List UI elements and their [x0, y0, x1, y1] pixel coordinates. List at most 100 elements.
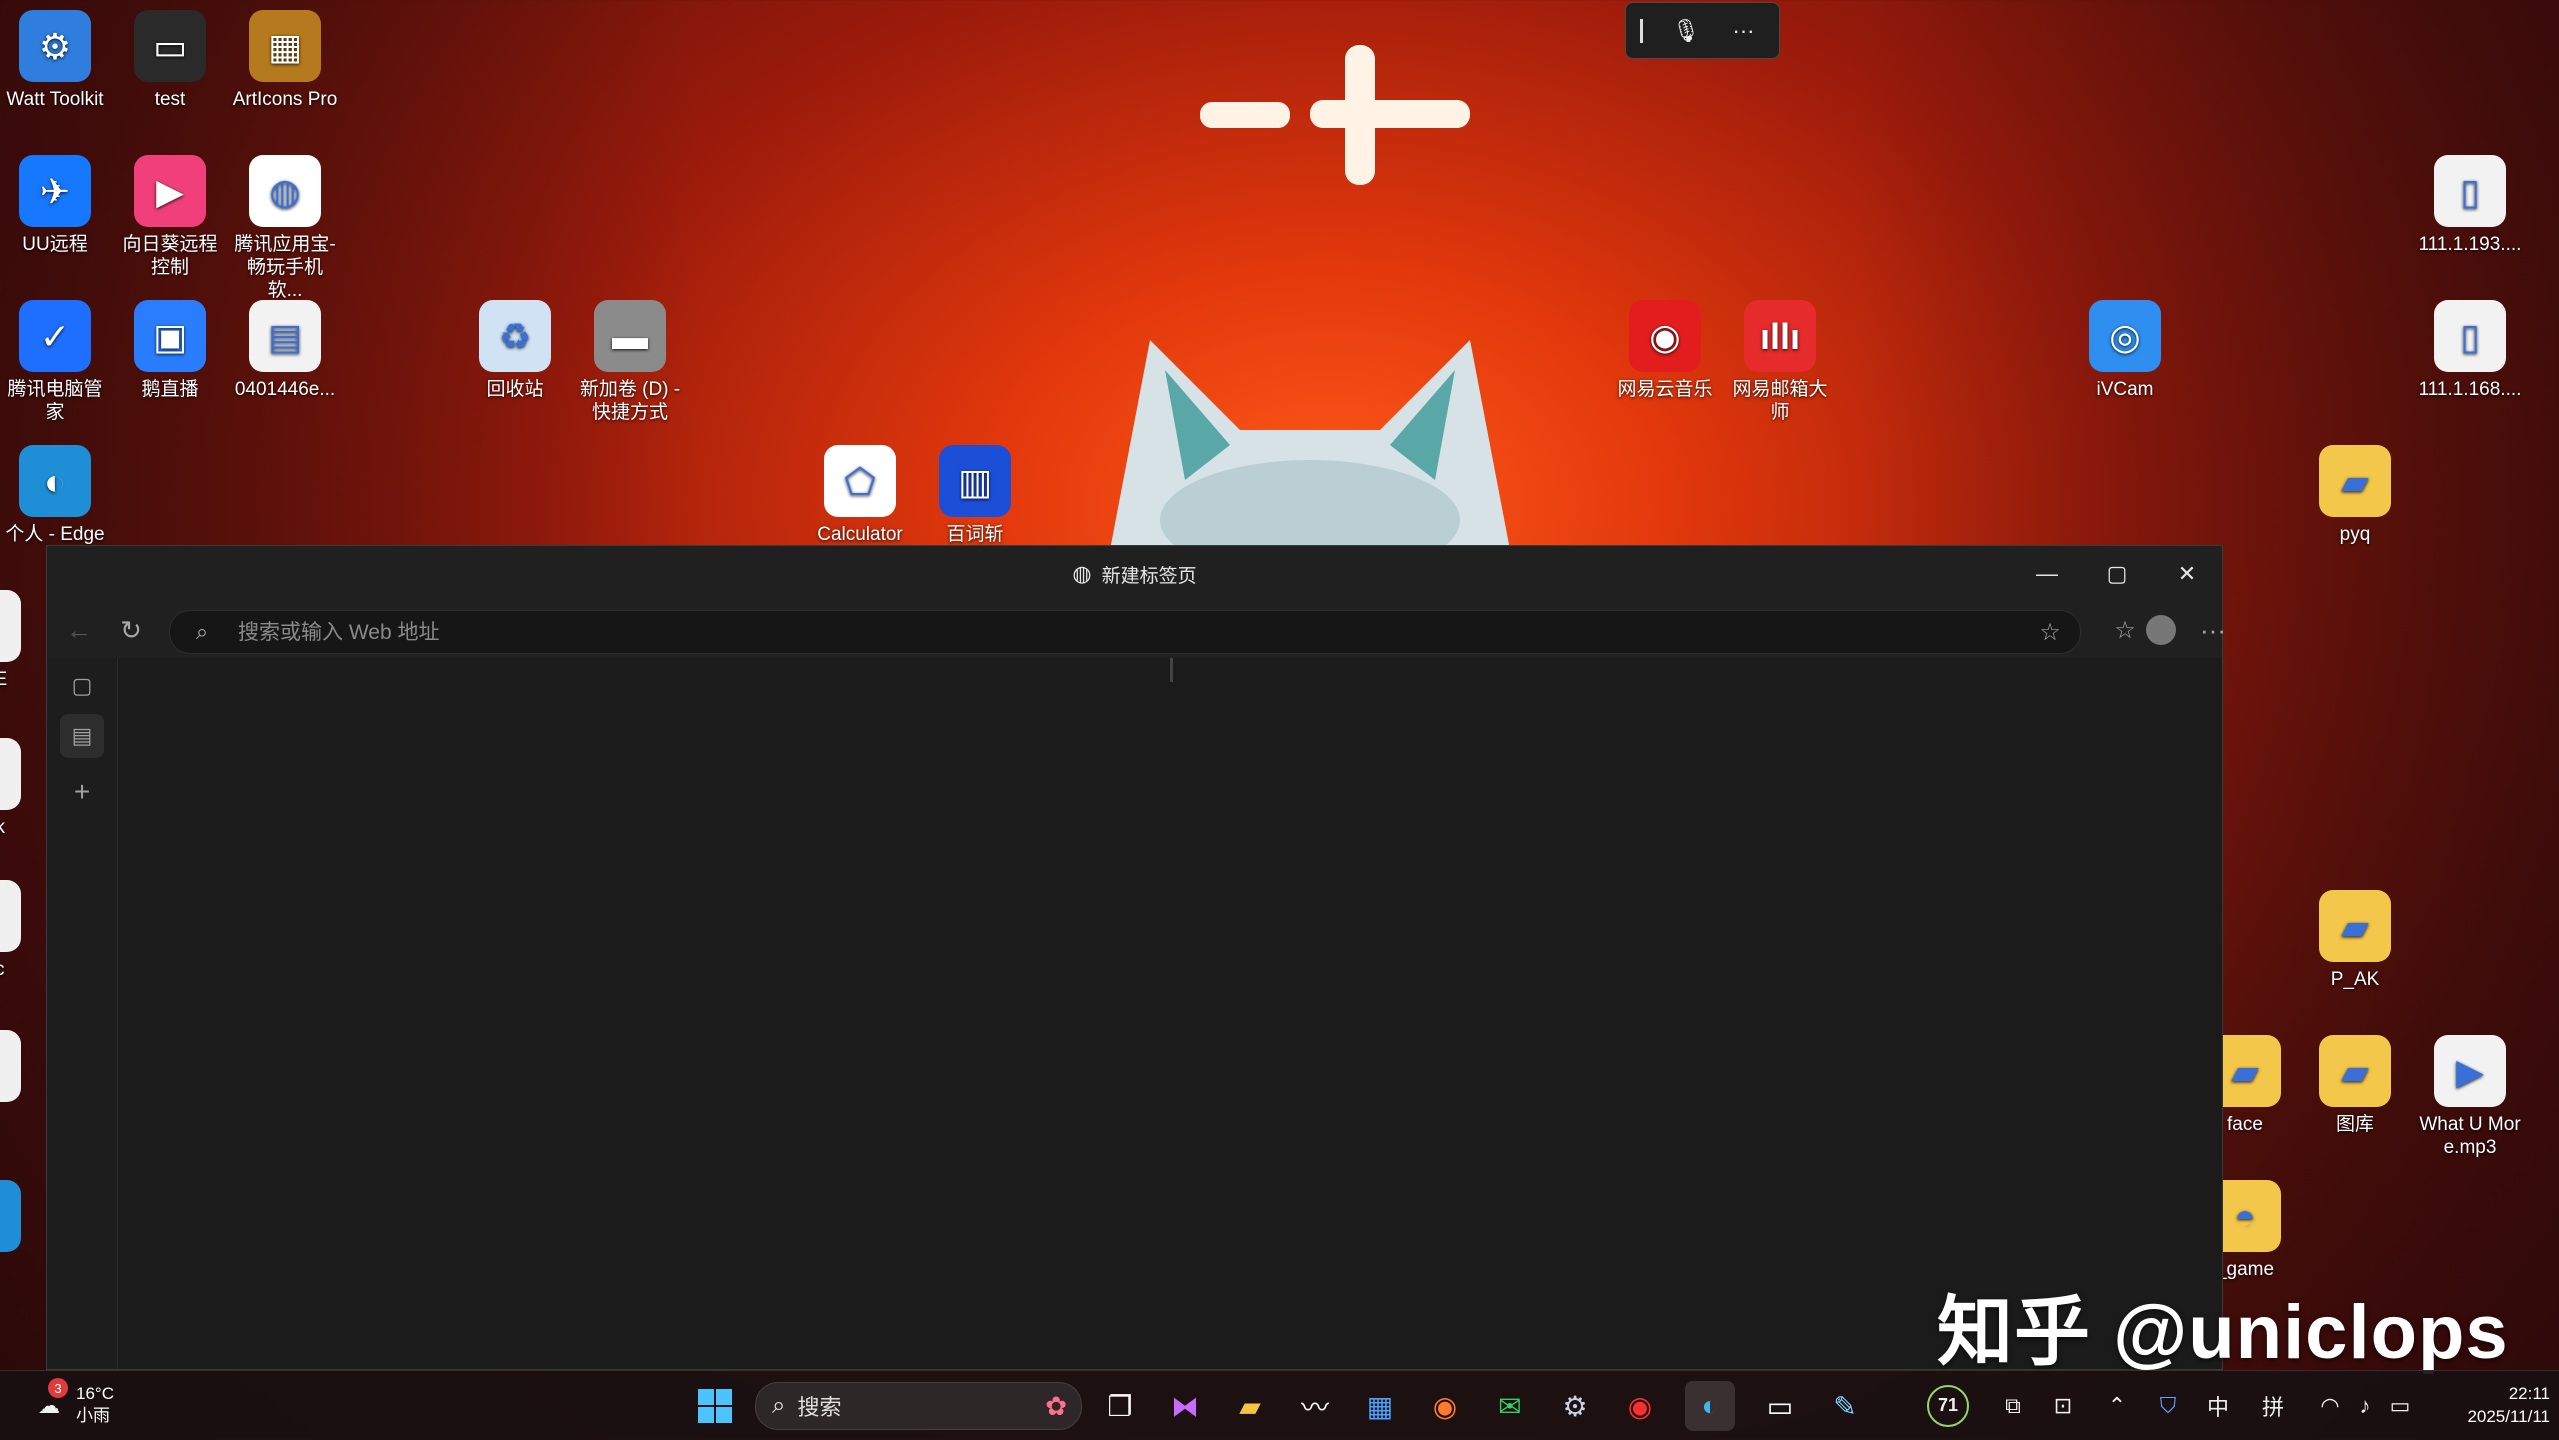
desktop-icon-label: 向日葵远程控制 [122, 234, 218, 278]
app-icon: ◐ [19, 445, 91, 517]
desktop-icon-label: UU远程 [22, 234, 88, 255]
desktop-icon[interactable]: ⬠ Calculator [805, 445, 915, 546]
app-icon: ◎ [2089, 300, 2161, 372]
volume-icon[interactable]: ♪ [2345, 1371, 2385, 1440]
address-input[interactable] [236, 611, 1940, 655]
desktop-icon[interactable]: ▰ 图库 [2300, 1035, 2410, 1136]
task-view-icon[interactable]: ❐ [1095, 1381, 1145, 1431]
new-tab-page-icon[interactable]: ▤ [60, 714, 104, 758]
file-explorer-icon[interactable]: ▰ [1225, 1381, 1275, 1431]
app-icon [0, 590, 21, 662]
ime-mode[interactable]: 拼 [2250, 1371, 2296, 1440]
netease-music-icon[interactable]: ◉ [1615, 1381, 1665, 1431]
desktop-icon[interactable]: ▭ test [115, 10, 225, 111]
desktop-icon[interactable]: ⚙ Watt Toolkit [0, 10, 110, 111]
chevron-up-icon[interactable]: ⌃ [2097, 1371, 2137, 1440]
terminal-icon[interactable]: ▭ [1755, 1381, 1805, 1431]
app-icon: ▦ [249, 10, 321, 82]
maximize-button[interactable]: ▢ [2082, 546, 2152, 602]
crop-tool-icon[interactable]: ⧉ [1990, 1371, 2036, 1440]
app-icon: ▰ [2319, 1035, 2391, 1107]
desktop-icon[interactable]: ▬ 新加卷 (D) - 快捷方式 [575, 300, 685, 424]
firefox-icon[interactable]: ◉ [1420, 1381, 1470, 1431]
desktop-icon[interactable]: ◎ iVCam [2070, 300, 2180, 401]
desktop-icon[interactable]: tex [0, 1030, 40, 1131]
microphone-icon[interactable]: 🎙 [1666, 3, 1706, 58]
taskbar-search[interactable]: ⌕ 搜索 ✿ [755, 1382, 1082, 1430]
text-caret [1170, 658, 1173, 682]
more-icon[interactable]: ··· [1721, 3, 1766, 58]
desktop-icon[interactable]: ✈ UU远程 [0, 155, 110, 256]
battery-icon[interactable]: ▭ [2380, 1371, 2420, 1440]
settings-gear-icon[interactable]: ⚙ [1550, 1381, 1600, 1431]
start-button[interactable] [690, 1381, 740, 1431]
app-icon: ▣ [134, 300, 206, 372]
back-arrow-icon[interactable]: ← [57, 608, 101, 652]
visual-studio-icon[interactable]: ⧓ [1160, 1381, 1210, 1431]
wechat-icon[interactable]: ✉ [1485, 1381, 1535, 1431]
desktop-icon-label: 0401446e... [234, 379, 336, 400]
add-tab-icon[interactable]: + [60, 770, 104, 814]
address-bar[interactable]: ⌕ ☆ [169, 610, 2081, 655]
edge-browser-icon[interactable]: ◐ [1685, 1381, 1735, 1431]
app-icon: ıllı [1744, 300, 1816, 372]
vertical-tabs-pane: ▢ ▤ + [47, 658, 118, 1369]
desktop-icon[interactable]: ıllı 网易邮箱大师 [1725, 300, 1835, 424]
desktop-icon-label: Calculator [817, 524, 903, 545]
app-icon: ✓ [19, 300, 91, 372]
desktop-icon[interactable]: ▦ ArtIcons Pro [230, 10, 340, 111]
desktop-icon[interactable]: ▯ 111.1.193.... [2415, 155, 2525, 256]
profile-avatar-icon[interactable] [2139, 608, 2183, 652]
desktop-icon[interactable]: 添ac [0, 880, 40, 981]
minimize-button[interactable]: — [2012, 546, 2082, 602]
weather-widget[interactable]: 16°C 小雨 [76, 1383, 114, 1427]
desktop-icon-label: 111.1.168.... [2418, 379, 2522, 400]
screenshot-search-icon[interactable]: ⊡ [2040, 1371, 2086, 1440]
refresh-icon[interactable]: ↻ [109, 608, 153, 652]
weather-desc: 小雨 [76, 1406, 110, 1425]
desktop-icon[interactable]: ▰ pyq [2300, 445, 2410, 546]
desktop-icon[interactable]: ▶ What U More.mp3 [2415, 1035, 2525, 1159]
search-icon: ⌕ [195, 619, 209, 644]
desktop-icon[interactable]: ▥ 百词斩 [920, 445, 1030, 546]
desktop-icon-label: 新加卷 (D) - 快捷方式 [579, 379, 681, 423]
microsoft-store-icon[interactable]: ▦ [1355, 1381, 1405, 1431]
app-icon: ▯ [2434, 300, 2506, 372]
taskbar: ☁ 3 16°C 小雨 ⌕ 搜索 ✿ ❐ ⧓ ▰ 〰 ▦ ◉ ✉ ⚙ ◉ ◐ ▭… [0, 1370, 2559, 1440]
desktop-icon-label: 回收站 [486, 379, 544, 400]
desktop-icon[interactable]: ✓ 腾讯电脑管家 [0, 300, 110, 424]
tab-actions-icon[interactable]: ▢ [60, 664, 104, 708]
drag-handle[interactable] [1640, 19, 1643, 43]
desktop-icon[interactable]: back [0, 738, 40, 839]
desktop-icon[interactable]: ▤ 0401446e... [230, 300, 340, 401]
desktop-icon[interactable]: ◍ 腾讯应用宝-畅玩手机软... [230, 155, 340, 302]
tool-app-icon[interactable]: 〰 [1290, 1381, 1340, 1431]
desktop-icon[interactable]: ♻ 回收站 [460, 300, 570, 401]
title-bar[interactable]: ◍ 新建标签页 — ▢ ✕ [47, 546, 2222, 602]
desktop-icon[interactable]: ◐ 个人 - Edge [0, 445, 110, 546]
clock[interactable]: 22:11 2025/11/11 [2425, 1382, 2550, 1428]
desktop-icon[interactable]: ▶ 向日葵远程控制 [115, 155, 225, 279]
wifi-icon[interactable]: ◠ [2310, 1371, 2350, 1440]
desktop-icon[interactable]: ◐ h.l [0, 1180, 40, 1281]
app-icon: ◉ [1629, 300, 1701, 372]
weather-badge: 3 [48, 1378, 68, 1398]
notification-count-badge[interactable]: 71 [1925, 1371, 1971, 1440]
favorite-star-icon[interactable]: ☆ [2028, 611, 2072, 653]
desktop-icon[interactable]: ◉ 网易云音乐 [1610, 300, 1720, 401]
wallpaper-neon-sign [1200, 45, 1470, 185]
desktop-icon-label: 百词斩 [946, 524, 1004, 545]
desktop-icon[interactable]: 392E [0, 590, 40, 691]
paint-icon[interactable]: ✎ [1820, 1381, 1870, 1431]
desktop-icon[interactable]: ▰ P_AK [2300, 890, 2410, 991]
security-shield-icon[interactable]: ⛉ [2145, 1371, 2191, 1440]
desktop-icon[interactable]: ▯ 111.1.168.... [2415, 300, 2525, 401]
ime-language[interactable]: 中 [2195, 1371, 2241, 1440]
desktop-icon-label: 111.1.193.... [2418, 234, 2522, 255]
clock-date: 2025/11/11 [2467, 1407, 2550, 1426]
settings-more-icon[interactable]: ··· [2191, 608, 2235, 652]
desktop-icon[interactable]: ▣ 鹅直播 [115, 300, 225, 401]
desktop-icon-label: 网易邮箱大师 [1732, 379, 1828, 423]
desktop-icon-label: P_AK [2330, 969, 2380, 990]
close-button[interactable]: ✕ [2152, 546, 2222, 602]
